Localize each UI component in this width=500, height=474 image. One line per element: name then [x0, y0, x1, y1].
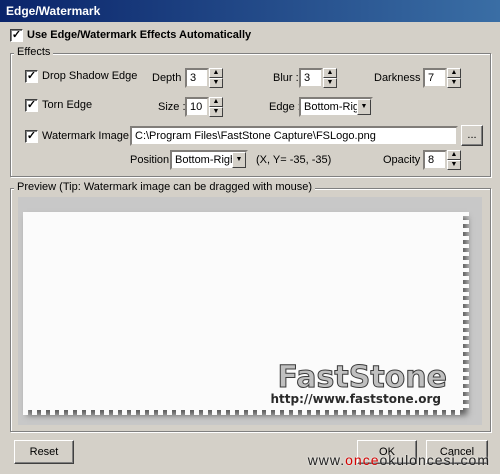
- position-label: Position :: [130, 154, 176, 166]
- spin-down-icon[interactable]: ▼: [209, 107, 223, 117]
- reset-button[interactable]: Reset: [14, 440, 74, 464]
- darkness-stepper[interactable]: ▲ ▼: [447, 68, 461, 88]
- darkness-input[interactable]: 7: [423, 68, 447, 88]
- preview-paper: FastStone http://www.faststone.org: [23, 212, 469, 415]
- watermark-logo-text[interactable]: FastStone: [277, 360, 447, 396]
- chevron-down-icon[interactable]: ▼: [357, 99, 371, 115]
- check-icon: ✓: [11, 29, 22, 41]
- blur-input[interactable]: 3: [299, 68, 323, 88]
- chevron-down-icon[interactable]: ▼: [232, 152, 246, 168]
- window-title: Edge/Watermark: [0, 0, 500, 22]
- spin-down-icon[interactable]: ▼: [323, 78, 337, 88]
- effects-legend: Effects: [14, 46, 54, 58]
- spin-up-icon[interactable]: ▲: [209, 97, 223, 107]
- site-watermark: www.onceokuloncesi.com: [308, 452, 490, 468]
- use-auto-label: Use Edge/Watermark Effects Automatically: [27, 29, 252, 41]
- edge-label: Edge :: [269, 101, 301, 113]
- use-auto-checkbox[interactable]: ✓: [10, 29, 23, 42]
- size-label: Size :: [158, 101, 186, 113]
- position-select[interactable]: Bottom-Right ▼: [170, 150, 248, 170]
- opacity-stepper[interactable]: ▲ ▼: [447, 150, 461, 170]
- blur-label: Blur :: [273, 72, 299, 84]
- spin-down-icon[interactable]: ▼: [447, 160, 461, 170]
- spin-down-icon[interactable]: ▼: [447, 78, 461, 88]
- opacity-label: Opacity :: [383, 154, 427, 166]
- site-watermark-highlight: once: [345, 452, 380, 468]
- check-icon: ✓: [26, 130, 37, 142]
- check-icon: ✓: [26, 99, 37, 111]
- spin-down-icon[interactable]: ▼: [209, 78, 223, 88]
- spin-up-icon[interactable]: ▲: [447, 150, 461, 160]
- depth-label: Depth :: [152, 72, 188, 84]
- watermark-path-input[interactable]: C:\Program Files\FastStone Capture\FSLog…: [130, 126, 458, 146]
- watermark-logo-url[interactable]: http://www.faststone.org: [270, 392, 441, 406]
- torn-bottom-edge: [23, 408, 463, 415]
- spin-up-icon[interactable]: ▲: [323, 68, 337, 78]
- opacity-input[interactable]: 8: [423, 150, 447, 170]
- depth-input[interactable]: 3: [185, 68, 209, 88]
- position-select-value: Bottom-Right: [175, 154, 240, 166]
- preview-legend: Preview (Tip: Watermark image can be dra…: [14, 181, 316, 193]
- depth-stepper[interactable]: ▲ ▼: [209, 68, 223, 88]
- torn-edge-checkbox[interactable]: ✓: [25, 99, 38, 112]
- site-watermark-suffix: okuloncesi.com: [379, 452, 490, 468]
- watermark-label: Watermark Image: [42, 130, 130, 142]
- watermark-coords: (X, Y= -35, -35): [256, 154, 332, 166]
- preview-area: FastStone http://www.faststone.org: [18, 197, 482, 425]
- spin-up-icon[interactable]: ▲: [447, 68, 461, 78]
- drop-shadow-label: Drop Shadow Edge: [42, 70, 138, 82]
- blur-stepper[interactable]: ▲ ▼: [323, 68, 337, 88]
- size-stepper[interactable]: ▲ ▼: [209, 97, 223, 117]
- spin-up-icon[interactable]: ▲: [209, 68, 223, 78]
- check-icon: ✓: [26, 70, 37, 82]
- size-input[interactable]: 10: [185, 97, 209, 117]
- edge-select[interactable]: Bottom-Right ▼: [299, 97, 373, 117]
- torn-right-edge: [461, 212, 469, 410]
- darkness-label: Darkness :: [374, 72, 427, 84]
- browse-button[interactable]: ...: [461, 125, 483, 146]
- site-watermark-prefix: www.: [307, 452, 346, 468]
- torn-edge-label: Torn Edge: [42, 99, 93, 111]
- watermark-checkbox[interactable]: ✓: [25, 130, 38, 143]
- drop-shadow-checkbox[interactable]: ✓: [25, 70, 38, 83]
